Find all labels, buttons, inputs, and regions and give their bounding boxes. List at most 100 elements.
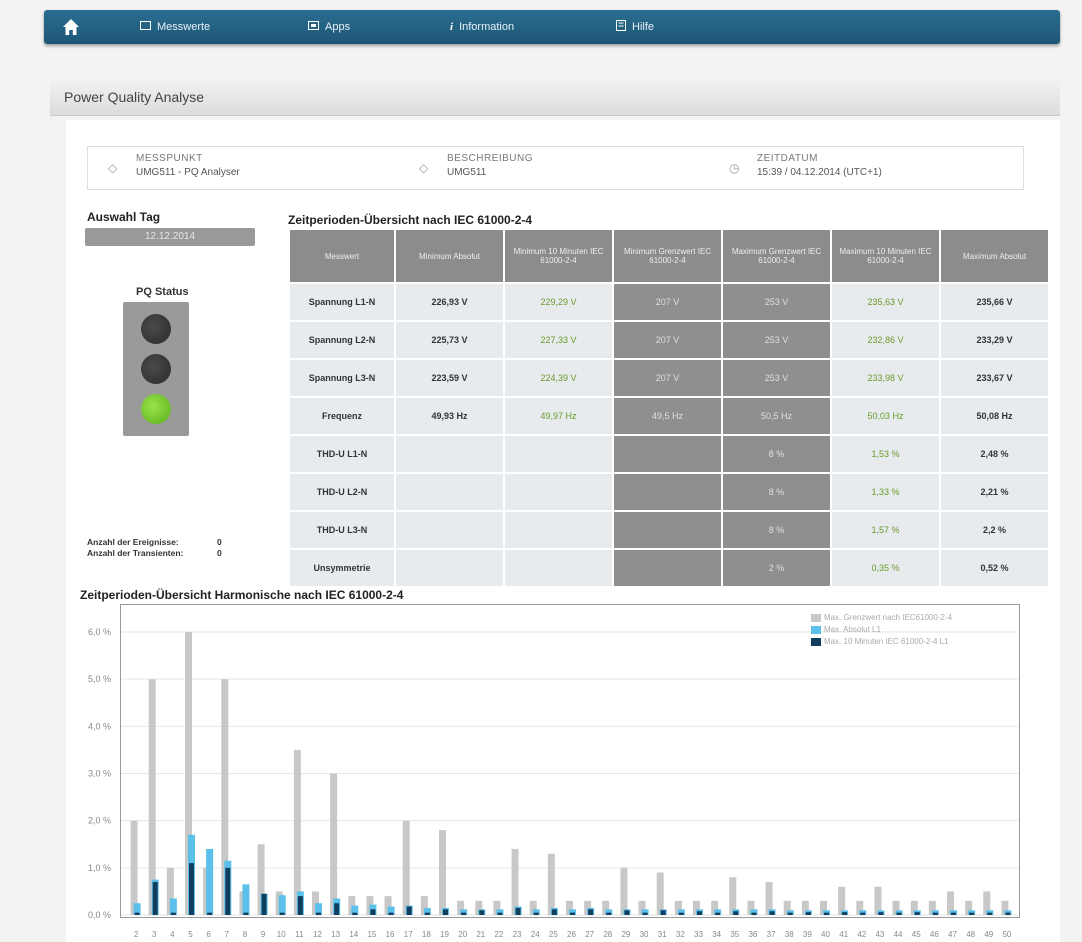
x-tick-label: 50 (1002, 930, 1011, 939)
x-tick-label: 47 (948, 930, 957, 939)
chart-bar (170, 912, 176, 915)
chart-bar (547, 853, 555, 915)
x-tick-label: 37 (767, 930, 776, 939)
chart-bar (656, 872, 664, 915)
y-tick-label: 6,0 % (88, 627, 111, 637)
chart-bar (278, 895, 286, 915)
x-tick-label: 40 (821, 930, 830, 939)
chart-bar (733, 911, 739, 915)
chart-bar (352, 912, 358, 915)
x-tick-label: 17 (404, 930, 413, 939)
x-tick-label: 7 (225, 930, 230, 939)
chart-bar (860, 912, 866, 915)
chart-bar (533, 912, 539, 915)
x-tick-label: 23 (513, 930, 522, 939)
chart-bar (242, 884, 250, 915)
chart-bar (769, 911, 775, 915)
y-tick-label: 3,0 % (88, 769, 111, 779)
x-tick-label: 43 (875, 930, 884, 939)
x-tick-label: 32 (676, 930, 685, 939)
chart-bar (987, 912, 993, 915)
chart-bar (896, 912, 902, 915)
chart-bar (169, 898, 177, 915)
chart-bar (406, 906, 412, 915)
chart-bar (751, 912, 757, 915)
x-tick-label: 14 (349, 930, 358, 939)
x-tick-label: 15 (367, 930, 376, 939)
chart-bar (620, 867, 628, 915)
x-tick-label: 19 (440, 930, 449, 939)
x-tick-label: 35 (730, 930, 739, 939)
x-tick-label: 44 (894, 930, 903, 939)
chart-bar (189, 863, 194, 915)
chart-bar (334, 903, 340, 915)
chart-bar (243, 912, 249, 915)
x-tick-label: 25 (549, 930, 558, 939)
x-tick-label: 20 (458, 930, 467, 939)
chart-bar (932, 912, 938, 915)
chart-legend: Max. Grenzwert nach IEC61000-2-4 Max. Abs… (811, 612, 952, 648)
x-tick-label: 42 (857, 930, 866, 939)
chart-bar (842, 912, 848, 915)
chart-bar (479, 910, 485, 915)
x-tick-label: 18 (422, 930, 431, 939)
x-tick-label: 30 (640, 930, 649, 939)
chart-bar (787, 912, 793, 915)
chart-bar (624, 910, 630, 915)
x-tick-label: 49 (984, 930, 993, 939)
x-tick-label: 11 (295, 930, 304, 939)
chart-bar (370, 909, 376, 915)
legend-swatch (811, 638, 821, 646)
y-tick-label: 4,0 % (88, 721, 111, 731)
chart-bar (461, 912, 467, 915)
x-tick-label: 22 (494, 930, 503, 939)
chart-bar (642, 912, 648, 915)
x-tick-label: 28 (603, 930, 612, 939)
x-tick-label: 29 (621, 930, 630, 939)
chart-bar (388, 912, 394, 915)
x-tick-label: 36 (748, 930, 757, 939)
x-tick-label: 9 (261, 930, 266, 939)
y-tick-label: 2,0 % (88, 816, 111, 826)
x-tick-label: 38 (785, 930, 794, 939)
x-tick-label: 8 (243, 930, 248, 939)
legend-label: Max. Grenzwert nach IEC61000-2-4 (824, 613, 953, 622)
x-tick-label: 46 (930, 930, 939, 939)
chart-bar (330, 773, 338, 915)
legend-item: Max. 10 Minuten IEC 61000-2-4 L1 (811, 636, 952, 648)
chart-bar (279, 912, 285, 915)
chart-bar (606, 912, 612, 915)
x-tick-label: 21 (476, 930, 485, 939)
x-tick-label: 26 (567, 930, 576, 939)
chart-bar (715, 912, 721, 915)
x-tick-label: 13 (331, 930, 340, 939)
x-tick-label: 5 (188, 930, 193, 939)
x-tick-label: 31 (658, 930, 667, 939)
x-tick-label: 48 (966, 930, 975, 939)
chart-bar (824, 912, 829, 915)
chart-bar (515, 907, 521, 915)
chart-bar (439, 830, 446, 915)
x-tick-label: 45 (912, 930, 921, 939)
chart-bar (678, 912, 684, 915)
y-tick-label: 5,0 % (88, 674, 111, 684)
legend-swatch (811, 614, 821, 622)
x-tick-label: 12 (313, 930, 322, 939)
chart-bar (130, 820, 138, 915)
chart-bar (207, 912, 213, 915)
x-tick-label: 10 (277, 930, 286, 939)
chart-bar (316, 912, 321, 915)
x-tick-label: 41 (839, 930, 848, 939)
y-tick-label: 0,0 % (88, 910, 111, 920)
chart-bar (914, 912, 920, 915)
chart-bar (878, 912, 884, 915)
chart-bar (697, 911, 702, 915)
x-tick-label: 4 (170, 930, 175, 939)
chart-bar (152, 881, 158, 915)
x-tick-label: 27 (585, 930, 594, 939)
legend-label: Max. Absolut L1 (824, 625, 881, 634)
chart-bar (588, 909, 594, 915)
chart-bar (951, 912, 956, 915)
x-tick-label: 2 (134, 930, 139, 939)
legend-label: Max. 10 Minuten IEC 61000-2-4 L1 (824, 637, 949, 646)
